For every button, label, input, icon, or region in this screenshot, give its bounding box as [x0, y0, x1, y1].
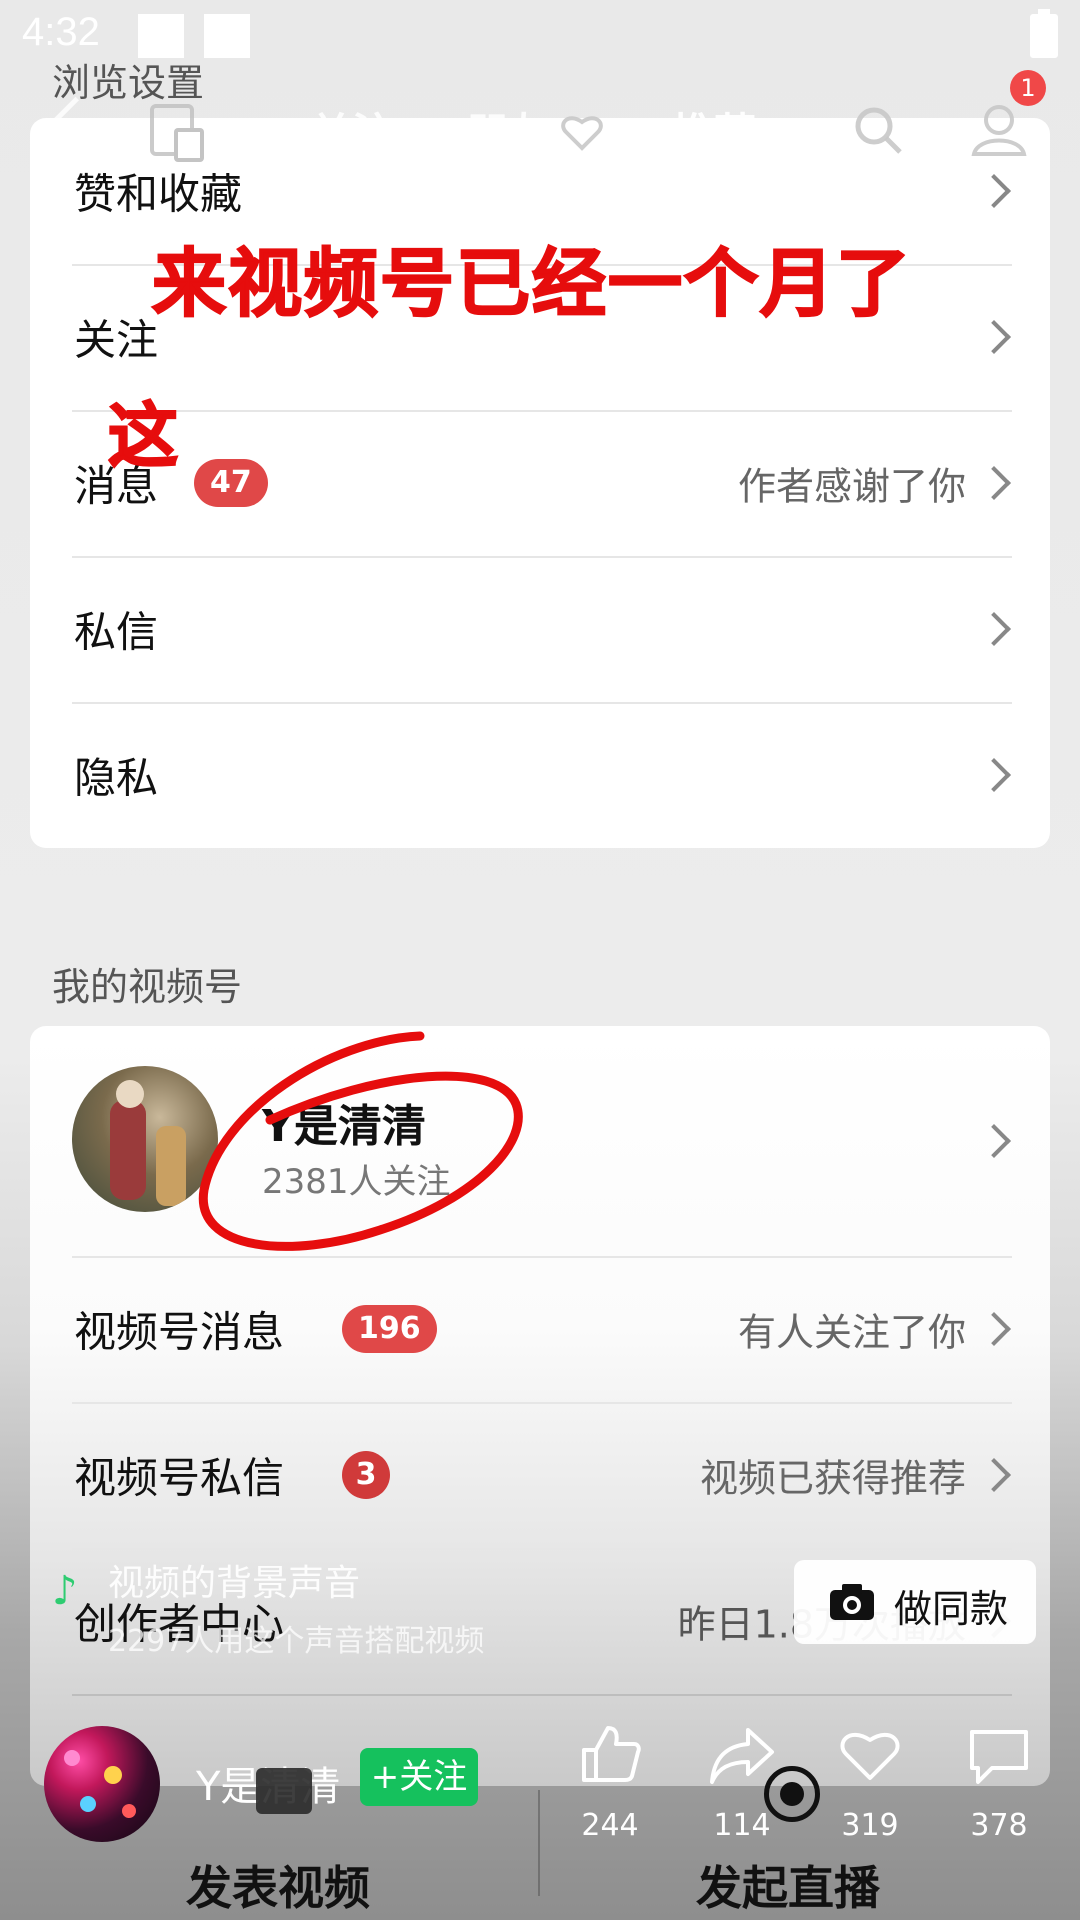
share-icon[interactable] [708, 1722, 776, 1786]
row-hint: 有人关注了你 [737, 1310, 966, 1355]
chevron-right-icon [977, 466, 1011, 500]
row-label: 私信 [74, 607, 159, 657]
chevron-right-icon [977, 1458, 1011, 1492]
music-note-icon: ♪ [52, 1568, 78, 1614]
make-same-label: 做同款 [894, 1587, 1009, 1631]
comment-icon[interactable] [966, 1726, 1032, 1786]
annotation-side: 这 [107, 394, 179, 478]
section-title-my-channel: 我的视频号 [52, 965, 243, 1009]
like-icon[interactable] [578, 1722, 642, 1786]
battery-icon [1030, 9, 1058, 58]
row-label: 关注 [74, 315, 159, 365]
chevron-right-icon [977, 612, 1011, 646]
camera-icon [830, 1584, 874, 1620]
follow-button[interactable]: +关注 [360, 1748, 478, 1806]
video-camera-icon [256, 1768, 312, 1814]
like-count: 244 [581, 1808, 639, 1843]
chevron-right-icon [977, 174, 1011, 208]
music-title: 视频的背景声音 [108, 1563, 361, 1604]
row-label: 赞和收藏 [74, 169, 243, 219]
row-messages[interactable]: 消息 47 作者感谢了你 [30, 410, 1050, 556]
share-count: 114 [713, 1808, 771, 1843]
row-hint: 作者感谢了你 [737, 464, 966, 509]
search-icon[interactable] [852, 104, 904, 156]
favorite-count: 319 [841, 1808, 899, 1843]
row-channel-private-messages[interactable]: 视频号私信 3 视频已获得推荐 [30, 1402, 1050, 1548]
screen-cast-icon[interactable] [150, 104, 204, 162]
bottom-divider [538, 1790, 540, 1896]
unread-badge: 196 [342, 1305, 437, 1353]
status-notification-icon [204, 14, 250, 58]
live-icon [764, 1766, 820, 1822]
unread-badge: 3 [342, 1451, 390, 1499]
row-label: 视频号消息 [74, 1307, 285, 1357]
row-channel-messages[interactable]: 视频号消息 196 有人关注了你 [30, 1256, 1050, 1402]
chevron-right-icon [977, 320, 1011, 354]
publish-video-button[interactable]: 发表视频 [186, 1852, 370, 1918]
row-private-messages[interactable]: 私信 [30, 556, 1050, 702]
status-time: 4:32 [22, 10, 100, 54]
row-hint: 视频已获得推荐 [699, 1456, 966, 1501]
profile-icon[interactable] [970, 100, 1028, 158]
tab-recommend[interactable]: 推荐 [672, 100, 756, 161]
author-avatar[interactable] [44, 1726, 160, 1842]
tab-friends[interactable]: 朋友 [466, 100, 550, 161]
row-label: 隐私 [74, 753, 159, 803]
notification-badge: 1 [1010, 70, 1046, 106]
music-subtitle: 2297人用这个声音搭配视频 [108, 1624, 485, 1659]
row-label: 视频号私信 [74, 1453, 285, 1503]
annotation-circle [198, 1031, 523, 1251]
annotation-headline: 来视频号已经一个月了 [151, 240, 912, 328]
chevron-right-icon [977, 758, 1011, 792]
start-live-button[interactable]: 发起直播 [696, 1852, 880, 1918]
active-tab-indicator [642, 168, 788, 173]
chevron-right-icon [977, 1312, 1011, 1346]
chevron-right-icon [977, 1124, 1011, 1158]
heart-icon[interactable] [838, 1724, 902, 1784]
unread-badge: 47 [194, 459, 268, 507]
heart-icon [561, 116, 603, 151]
tab-following[interactable]: 关注 [310, 100, 394, 161]
comment-count: 378 [970, 1808, 1028, 1843]
make-same-button[interactable]: 做同款 [794, 1560, 1036, 1644]
row-privacy[interactable]: 隐私 [30, 702, 1050, 848]
